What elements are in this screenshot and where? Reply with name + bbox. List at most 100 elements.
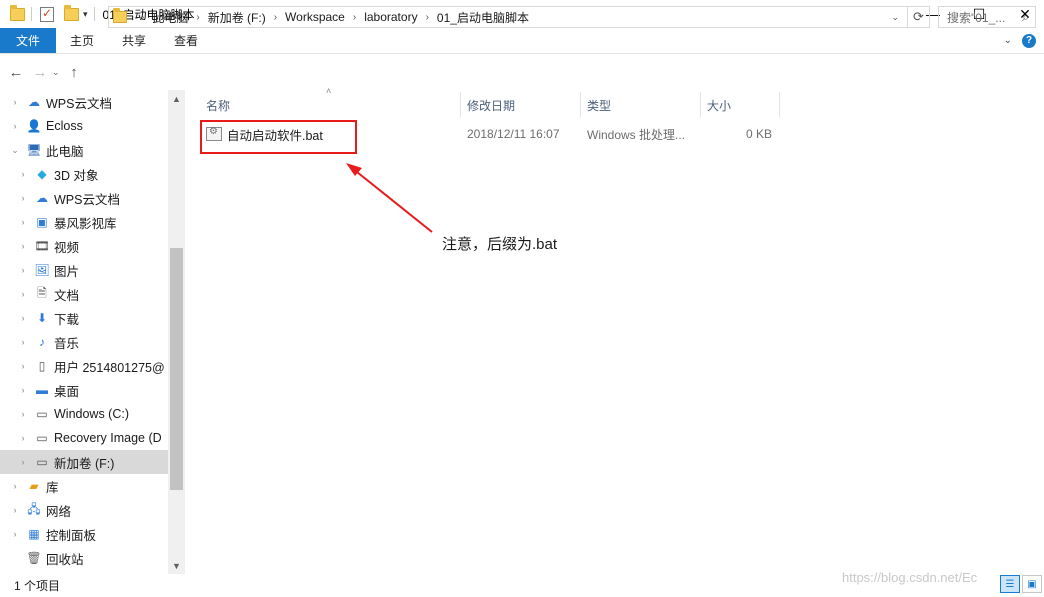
sidebar-item-label: 控制面板 [46, 528, 97, 543]
sidebar-item-label: 用户 2514801275@ [54, 360, 165, 375]
sidebar-item[interactable]: › 🖧 网络 [0, 498, 168, 522]
sidebar-item[interactable]: › ⬇ 下载 [0, 306, 168, 330]
folder-icon [113, 8, 127, 23]
new-folder-icon[interactable] [64, 4, 79, 21]
forward-arrow-icon[interactable]: → [30, 62, 50, 82]
up-arrow-icon[interactable]: ↑ [64, 62, 84, 82]
music-icon: ♪ [39, 335, 45, 349]
search-input[interactable]: 搜索"01_... ⌕ [938, 6, 1036, 28]
sidebar-item-label: 桌面 [54, 384, 80, 399]
chevron-down-icon[interactable]: ⌄ [10, 145, 20, 156]
chevron-right-icon[interactable]: › [10, 505, 20, 515]
sidebar-item[interactable]: › ▭ 新加卷 (F:) [0, 450, 168, 474]
chevron-right-icon[interactable]: › [18, 409, 28, 419]
tab-home[interactable]: 主页 [56, 28, 108, 53]
scroll-down-icon[interactable]: ▼ [168, 557, 185, 574]
sidebar-item-label: 暴风影视库 [54, 216, 117, 231]
address-bar[interactable]: › 此电脑 › 新加卷 (F:) › Workspace › laborator… [108, 6, 908, 28]
drive-c-icon: ▭ [36, 407, 48, 421]
chevron-right-icon[interactable]: › [18, 361, 28, 371]
breadcrumb-current-folder[interactable]: 01_启动电脑脚本 [437, 9, 529, 26]
folder-icon [10, 4, 25, 21]
chevron-right-icon[interactable]: › [10, 481, 20, 491]
sidebar-item[interactable]: › ▦ 控制面板 [0, 522, 168, 546]
sidebar-item[interactable]: › 🎞 视频 [0, 234, 168, 258]
sidebar-item[interactable]: › ▯ 用户 2514801275@ [0, 354, 168, 378]
breadcrumb-laboratory[interactable]: laboratory [364, 10, 417, 24]
refresh-button[interactable]: ⟳ [908, 6, 930, 28]
sidebar-item[interactable]: › ▬ 桌面 [0, 378, 168, 402]
breadcrumb-drive-f[interactable]: 新加卷 (F:) [208, 9, 266, 26]
annotation-highlight-box [200, 120, 357, 154]
chevron-right-icon[interactable]: › [18, 433, 28, 443]
chevron-right-icon[interactable]: › [274, 12, 277, 23]
sidebar-item-label: WPS云文档 [54, 192, 120, 207]
sidebar-item[interactable]: › ☁ WPS云文档 [0, 186, 168, 210]
chevron-right-icon[interactable]: › [18, 265, 28, 275]
sidebar-item[interactable]: › ▭ Windows (C:) [0, 402, 168, 426]
chevron-right-icon[interactable]: › [426, 12, 429, 23]
user-icon: 👤 [26, 119, 42, 133]
drive-icon: ▭ [36, 431, 48, 445]
sidebar-item[interactable]: › 🗎 文档 [0, 282, 168, 306]
breadcrumb-workspace[interactable]: Workspace [285, 10, 345, 24]
chevron-right-icon[interactable]: › [196, 12, 199, 23]
help-icon[interactable]: ? [1022, 33, 1036, 48]
chevron-right-icon[interactable]: › [18, 289, 28, 299]
chevron-right-icon[interactable]: › [10, 121, 20, 131]
sidebar-item[interactable]: › 🖼 图片 [0, 258, 168, 282]
tab-file[interactable]: 文件 [0, 28, 57, 53]
scroll-up-icon[interactable]: ▲ [168, 90, 185, 107]
chevron-right-icon[interactable]: › [18, 457, 28, 467]
column-divider[interactable] [779, 92, 780, 118]
sidebar-item[interactable]: › 👤 Ecloss [0, 114, 168, 138]
chevron-right-icon[interactable]: › [353, 12, 356, 23]
recycle-bin-icon: 🗑 [26, 551, 42, 565]
chevron-right-icon[interactable]: › [18, 313, 28, 323]
details-view-icon[interactable]: ☰ [1000, 575, 1020, 593]
sidebar-item[interactable]: › ▣ 暴风影视库 [0, 210, 168, 234]
sidebar-item[interactable]: › ☁ WPS云文档 [0, 90, 168, 114]
expand-ribbon-icon[interactable]: ⌄ [1004, 35, 1012, 46]
search-icon[interactable]: ⌕ [1022, 10, 1029, 25]
column-header-size[interactable]: 大小 [701, 92, 779, 118]
divider [31, 7, 32, 21]
address-row: ← → ⌄ ↑ [0, 55, 1044, 89]
chevron-right-icon[interactable]: › [10, 97, 20, 107]
sidebar-item[interactable]: › ▰ 库 [0, 474, 168, 498]
file-size: 0 KB [746, 127, 773, 141]
chevron-right-icon[interactable]: › [18, 217, 28, 227]
sidebar-item[interactable]: 🗑 回收站 [0, 546, 168, 570]
back-arrow-icon[interactable]: ← [6, 62, 26, 82]
chevron-right-icon[interactable]: › [18, 193, 28, 203]
chevron-right-icon[interactable]: › [18, 241, 28, 251]
column-header-name[interactable]: 名称 [200, 92, 460, 118]
chevron-right-icon[interactable]: › [18, 169, 28, 179]
breadcrumb-this-pc[interactable]: 此电脑 [152, 9, 188, 26]
tab-view[interactable]: 查看 [160, 28, 212, 53]
sidebar-item[interactable]: › ♪ 音乐 [0, 330, 168, 354]
sidebar-item-label: 库 [46, 480, 59, 495]
column-header-type[interactable]: 类型 [581, 92, 700, 118]
chevron-down-icon[interactable]: ⌄ [891, 12, 899, 23]
properties-icon[interactable] [40, 6, 54, 22]
chevron-right-icon[interactable]: › [10, 529, 20, 539]
chevron-right-icon[interactable]: › [18, 385, 28, 395]
chevron-right-icon[interactable]: › [141, 12, 144, 23]
tab-share[interactable]: 共享 [108, 28, 160, 53]
large-icons-view-icon[interactable]: ▣ [1022, 575, 1042, 593]
nav-scrollbar[interactable]: ▲ ▼ [168, 90, 185, 574]
sidebar-item[interactable]: › ◆ 3D 对象 [0, 162, 168, 186]
watermark: https://blog.csdn.net/Ec [842, 570, 978, 585]
sidebar-item[interactable]: › ▭ Recovery Image (D [0, 426, 168, 450]
quick-access-dropdown-icon[interactable]: ▾ [83, 9, 88, 20]
sidebar-item-label: 此电脑 [46, 144, 84, 159]
desktop-icon: ▬ [36, 383, 48, 397]
chevron-right-icon[interactable]: › [18, 337, 28, 347]
column-header-modified[interactable]: 修改日期 [461, 92, 580, 118]
divider [93, 7, 95, 21]
recent-locations-icon[interactable]: ⌄ [52, 67, 62, 78]
scrollbar-thumb[interactable] [170, 248, 183, 490]
network-icon: 🖧 [27, 501, 41, 516]
sidebar-item[interactable]: ⌄ 🖥 此电脑 [0, 138, 168, 162]
